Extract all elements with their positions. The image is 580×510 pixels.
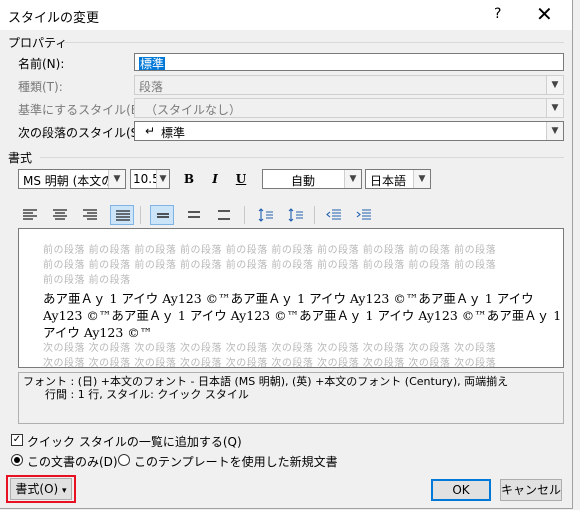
paragraph-mark-icon: ↵ bbox=[145, 124, 156, 138]
preview-next-paragraph: 次の段落 次の段落 次の段落 次の段落 次の段落 次の段落 次の段落 次の段落 … bbox=[43, 358, 497, 369]
title-bar: スタイルの変更 ? ✕ bbox=[0, 0, 572, 30]
next-style-value: 標準 bbox=[161, 126, 186, 140]
this-document-only-radio[interactable] bbox=[11, 454, 23, 466]
cancel-button[interactable]: キャンセル bbox=[500, 479, 562, 501]
format-group-label: 書式 bbox=[8, 151, 33, 165]
chevron-down-icon: ▼ bbox=[108, 170, 125, 188]
next-style-label: 次の段落のスタイル(S): bbox=[18, 126, 148, 140]
increase-indent-icon bbox=[356, 209, 371, 220]
preview-previous-paragraph: 前の段落 前の段落 bbox=[43, 275, 131, 286]
chevron-down-icon: ▾ bbox=[62, 486, 67, 496]
style-preview: 前の段落 前の段落 前の段落 前の段落 前の段落 前の段落 前の段落 前の段落 … bbox=[18, 228, 564, 369]
name-value: 標準 bbox=[139, 57, 166, 71]
chevron-down-icon: ▼ bbox=[546, 99, 563, 117]
name-label: 名前(N): bbox=[18, 57, 65, 71]
italic-button[interactable]: I bbox=[205, 170, 225, 188]
preview-previous-paragraph: 前の段落 前の段落 前の段落 前の段落 前の段落 前の段落 前の段落 前の段落 … bbox=[43, 245, 497, 256]
chevron-down-icon: ▼ bbox=[344, 170, 361, 188]
style-description: フォント : (日) +本文のフォント - 日本語 (MS 明朝), (英) +… bbox=[18, 372, 564, 424]
modify-style-dialog: スタイルの変更 ? ✕ プロパティ 名前(N): 標準 種類(T): 段落 ▼ … bbox=[0, 0, 573, 509]
description-line: フォント : (日) +本文のフォント - 日本語 (MS 明朝), (英) +… bbox=[23, 375, 509, 388]
ok-button[interactable]: OK bbox=[431, 479, 491, 501]
chevron-down-icon: ▼ bbox=[413, 170, 430, 188]
type-label: 種類(T): bbox=[18, 80, 63, 94]
space-after-icon bbox=[288, 208, 303, 222]
dialog-title: スタイルの変更 bbox=[8, 11, 100, 26]
font-color-value: 自動 bbox=[291, 174, 316, 188]
properties-group-label: プロパティ bbox=[8, 36, 68, 50]
decrease-indent-icon bbox=[326, 209, 341, 220]
space-before-icon bbox=[258, 208, 273, 222]
add-quick-style-checkbox[interactable]: ✓ bbox=[11, 434, 23, 446]
base-style-label: 基準にするスタイル(B): bbox=[18, 103, 148, 117]
increase-indent-button[interactable] bbox=[352, 205, 376, 225]
language-select[interactable]: 日本語 ▼ bbox=[365, 169, 431, 189]
align-center-icon bbox=[53, 209, 67, 220]
new-documents-template-radio[interactable] bbox=[118, 454, 130, 466]
language-value: 日本語 bbox=[370, 174, 407, 188]
line-spacing-onehalf-button[interactable] bbox=[182, 205, 206, 225]
bold-button[interactable]: B bbox=[179, 170, 199, 188]
font-size-select[interactable]: 10.5 ▼ bbox=[130, 169, 170, 189]
line-spacing-double-button[interactable] bbox=[212, 205, 236, 225]
align-left-icon bbox=[23, 209, 37, 220]
base-style-select[interactable]: （スタイルなし） ▼ bbox=[134, 98, 564, 118]
toolbar-separator bbox=[244, 206, 245, 224]
properties-group-line bbox=[64, 42, 564, 43]
justify-icon bbox=[116, 210, 130, 221]
line-spacing-onehalf-icon bbox=[188, 211, 200, 218]
space-after-button[interactable] bbox=[284, 205, 308, 225]
base-style-value: （スタイルなし） bbox=[145, 103, 242, 117]
line-spacing-single-button[interactable] bbox=[150, 205, 174, 225]
preview-previous-paragraph: 前の段落 前の段落 前の段落 前の段落 前の段落 前の段落 前の段落 前の段落 … bbox=[43, 260, 497, 271]
align-center-button[interactable] bbox=[48, 205, 72, 225]
align-right-icon bbox=[83, 209, 97, 220]
font-color-select[interactable]: 自動 ▼ bbox=[262, 169, 362, 189]
line-spacing-single-icon bbox=[157, 213, 169, 218]
space-before-button[interactable] bbox=[254, 205, 278, 225]
next-style-select[interactable]: ↵ 標準 ▼ bbox=[134, 121, 564, 141]
align-left-button[interactable] bbox=[18, 205, 42, 225]
add-quick-style-label: クイック スタイルの一覧に追加する(Q) bbox=[27, 435, 242, 449]
format-button-label: 書式(O) bbox=[15, 482, 59, 496]
preview-next-paragraph: 次の段落 次の段落 次の段落 次の段落 次の段落 次の段落 次の段落 次の段落 … bbox=[43, 343, 497, 354]
underline-button[interactable]: U bbox=[231, 170, 251, 188]
this-document-only-label: この文書のみ(D) bbox=[27, 455, 118, 469]
justify-button[interactable] bbox=[110, 205, 134, 225]
font-family-value: MS 明朝 (本文の bbox=[23, 174, 114, 188]
chevron-down-icon: ▼ bbox=[546, 76, 563, 94]
name-input[interactable]: 標準 bbox=[134, 53, 564, 71]
format-group-line bbox=[40, 157, 564, 158]
help-button[interactable]: ? bbox=[494, 6, 501, 22]
close-button[interactable]: ✕ bbox=[536, 2, 553, 26]
font-family-select[interactable]: MS 明朝 (本文の ▼ bbox=[18, 169, 126, 189]
type-value: 段落 bbox=[139, 80, 164, 94]
toolbar-separator bbox=[314, 206, 315, 224]
new-documents-template-label: このテンプレートを使用した新規文書 bbox=[134, 455, 338, 469]
align-right-button[interactable] bbox=[78, 205, 102, 225]
chevron-down-icon: ▼ bbox=[156, 170, 169, 188]
line-spacing-double-icon bbox=[218, 210, 230, 220]
type-select[interactable]: 段落 ▼ bbox=[134, 75, 564, 95]
format-menu-button[interactable]: 書式(O) ▾ bbox=[10, 478, 72, 500]
decrease-indent-button[interactable] bbox=[322, 205, 346, 225]
description-line: 行間 : 1 行, スタイル: クイック スタイル bbox=[45, 388, 249, 401]
chevron-down-icon: ▼ bbox=[546, 122, 563, 140]
toolbar-separator bbox=[140, 206, 141, 224]
